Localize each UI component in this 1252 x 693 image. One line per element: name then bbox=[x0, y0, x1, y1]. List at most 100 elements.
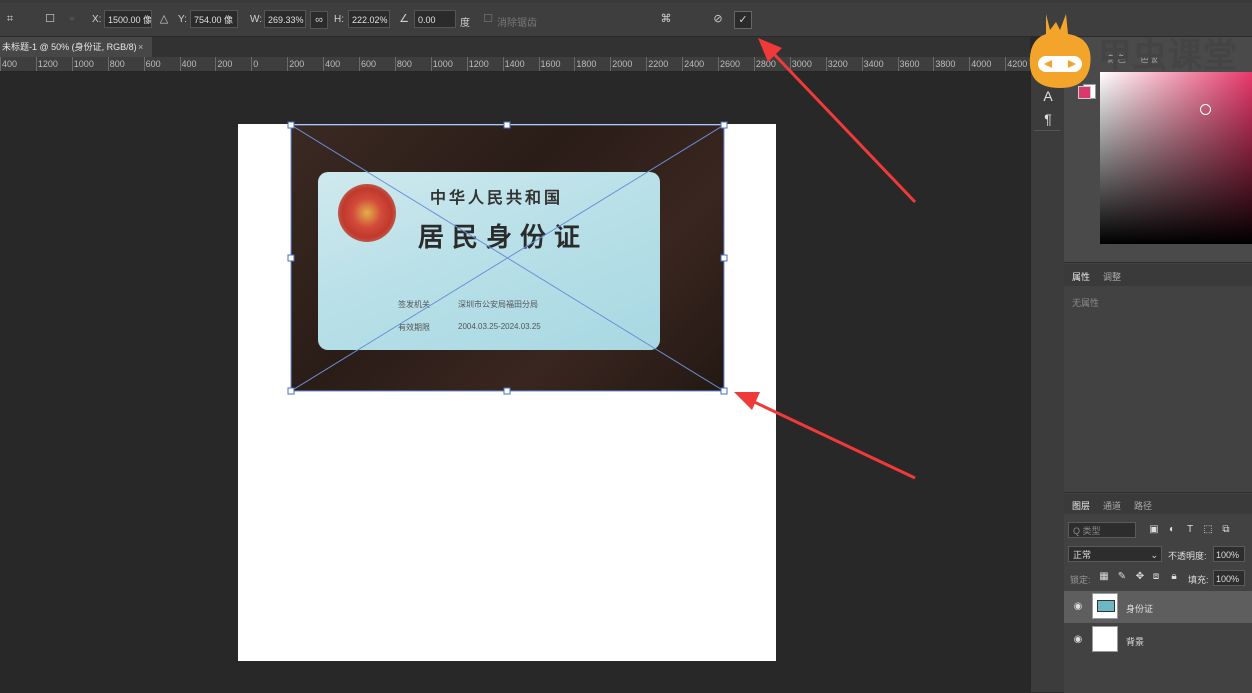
ruler-tick bbox=[251, 57, 253, 71]
document-tab-title: 未标题-1 @ 50% (身份证, RGB/8) bbox=[2, 42, 137, 52]
beetle-logo-icon bbox=[1029, 14, 1091, 88]
ruler-tick-label: 1000 bbox=[73, 59, 94, 69]
filter-shape-icon[interactable]: ⬚ bbox=[1202, 524, 1214, 536]
layer-filter-input[interactable]: Q 类型 bbox=[1068, 522, 1136, 538]
ruler-tick-label: 1400 bbox=[504, 59, 525, 69]
opacity-label: 不透明度: bbox=[1168, 551, 1207, 561]
layer-row[interactable]: ◉ 背景 bbox=[1064, 624, 1252, 656]
color-picker-cursor[interactable] bbox=[1200, 104, 1211, 115]
ruler-tick-label: 800 bbox=[109, 59, 125, 69]
w-label: W: bbox=[250, 14, 263, 25]
transform-handle-tc bbox=[503, 121, 511, 129]
ruler-tick-label: 200 bbox=[217, 59, 233, 69]
watermark-logo: 甲虫课堂 bbox=[1018, 4, 1252, 94]
ruler-tick-label: 0 bbox=[253, 59, 259, 69]
ruler-tick-label: 1200 bbox=[37, 59, 58, 69]
filter-type-icon[interactable]: T bbox=[1184, 524, 1196, 536]
filter-pixel-icon[interactable]: ▣ bbox=[1148, 524, 1160, 536]
lock-position-icon[interactable]: ✥ bbox=[1134, 571, 1146, 583]
ruler-tick bbox=[502, 57, 504, 71]
tab-close-icon[interactable]: × bbox=[138, 37, 143, 57]
transform-handle-bc bbox=[503, 387, 511, 395]
opacity-field[interactable]: 100% bbox=[1213, 546, 1245, 562]
transform-bounding-box[interactable] bbox=[286, 120, 730, 398]
lock-all-icon[interactable]: 🔒︎ bbox=[1168, 571, 1180, 583]
tab-layers[interactable]: 图层 bbox=[1072, 499, 1090, 512]
layers-tab-bar bbox=[1064, 494, 1252, 514]
color-picker-field[interactable] bbox=[1100, 72, 1252, 244]
h-label: H: bbox=[334, 14, 344, 25]
antialias-label: 消除锯齿 bbox=[497, 18, 537, 29]
ruler-tick-label: 1200 bbox=[468, 59, 489, 69]
ruler-tick bbox=[71, 57, 73, 71]
ruler-tick bbox=[430, 57, 432, 71]
warp-icon[interactable]: ⌘ bbox=[658, 11, 674, 27]
lock-artboard-icon[interactable]: ⧈ bbox=[1150, 571, 1162, 583]
ruler-tick bbox=[179, 57, 181, 71]
arrow-to-handle-line bbox=[749, 398, 916, 480]
y-field[interactable]: 754.00 像 bbox=[190, 10, 238, 28]
blend-mode-select[interactable]: 正常 ⌄ bbox=[1068, 546, 1162, 562]
width-field[interactable]: 269.33% bbox=[264, 10, 306, 28]
ruler-tick bbox=[0, 57, 1, 71]
reference-point-icon[interactable]: ⌗ bbox=[2, 11, 18, 27]
properties-tab-bar bbox=[1064, 264, 1252, 286]
blend-mode-value: 正常 bbox=[1073, 550, 1092, 560]
arrow-to-commit-line bbox=[770, 50, 917, 204]
layer-name[interactable]: 背景 bbox=[1126, 635, 1144, 648]
ruler-tick bbox=[610, 57, 612, 71]
fill-field[interactable]: 100% bbox=[1213, 570, 1245, 586]
annotation-arrows bbox=[734, 38, 917, 480]
ruler-tick-label: 2000 bbox=[612, 59, 633, 69]
ruler-tick bbox=[323, 57, 325, 71]
ruler-tick-label: 2200 bbox=[648, 59, 669, 69]
filter-adjustment-icon[interactable]: ◐ bbox=[1166, 524, 1178, 536]
visibility-eye-icon[interactable]: ◉ bbox=[1072, 634, 1084, 646]
commit-transform-icon[interactable]: ✓ bbox=[734, 11, 752, 29]
watermark-text: 甲虫课堂 bbox=[1098, 36, 1238, 76]
angle-unit: 度 bbox=[460, 18, 470, 29]
document-tab[interactable]: 未标题-1 @ 50% (身份证, RGB/8) × bbox=[0, 37, 152, 57]
tab-adjustments[interactable]: 调整 bbox=[1103, 270, 1121, 283]
cancel-transform-icon[interactable]: ⊘ bbox=[710, 11, 726, 27]
tab-channels[interactable]: 通道 bbox=[1103, 499, 1121, 512]
filter-smart-icon[interactable]: ⧉ bbox=[1220, 524, 1232, 536]
ruler-tick bbox=[359, 57, 360, 71]
height-field[interactable]: 222.02% bbox=[348, 10, 390, 28]
tab-properties[interactable]: 属性 bbox=[1072, 270, 1090, 283]
no-properties-text: 无属性 bbox=[1072, 298, 1100, 308]
visibility-eye-icon[interactable]: ◉ bbox=[1072, 601, 1084, 613]
ruler-tick-label: 400 bbox=[2, 59, 18, 69]
angle-field[interactable]: 0.00 bbox=[414, 10, 456, 28]
x-field[interactable]: 1500.00 像 bbox=[104, 10, 152, 28]
ruler-tick bbox=[1005, 57, 1007, 71]
angle-icon: ∠ bbox=[399, 13, 409, 25]
ruler-tick-label: 800 bbox=[396, 59, 412, 69]
layer-row[interactable]: ◉ 身份证 bbox=[1064, 591, 1252, 623]
layer-name[interactable]: 身份证 bbox=[1126, 602, 1153, 615]
ruler-tick-label: 1800 bbox=[576, 59, 597, 69]
link-icon[interactable]: ∞ bbox=[310, 11, 328, 29]
tab-paths[interactable]: 路径 bbox=[1134, 499, 1152, 512]
ruler-tick bbox=[107, 57, 109, 71]
antialias-checkbox[interactable]: ☐ bbox=[480, 11, 496, 27]
fill-label: 填充: bbox=[1188, 575, 1209, 585]
lock-transparency-icon[interactable]: ▦ bbox=[1098, 571, 1110, 583]
ruler-tick bbox=[466, 57, 468, 71]
ruler-tick bbox=[287, 57, 289, 71]
ruler-tick-label: 600 bbox=[361, 59, 377, 69]
ruler-tick bbox=[574, 57, 576, 71]
ruler-tick bbox=[394, 57, 396, 71]
chevron-down-icon: ⌄ bbox=[1150, 550, 1158, 560]
x-label: X: bbox=[92, 14, 102, 25]
lock-pixels-icon[interactable]: ✎ bbox=[1116, 571, 1128, 583]
ruler-tick bbox=[646, 57, 648, 71]
paragraph-panel-icon[interactable]: ¶ bbox=[1040, 111, 1056, 127]
ruler-tick-label: 4000 bbox=[971, 59, 992, 69]
delta-icon[interactable]: ▫ bbox=[64, 11, 80, 27]
checkbox-icon[interactable]: ☐ bbox=[42, 11, 58, 27]
lock-label: 锁定: bbox=[1070, 575, 1091, 585]
arrow-to-handle-head bbox=[734, 392, 760, 410]
ruler-tick bbox=[538, 57, 540, 71]
layer-thumbnail bbox=[1092, 593, 1118, 619]
